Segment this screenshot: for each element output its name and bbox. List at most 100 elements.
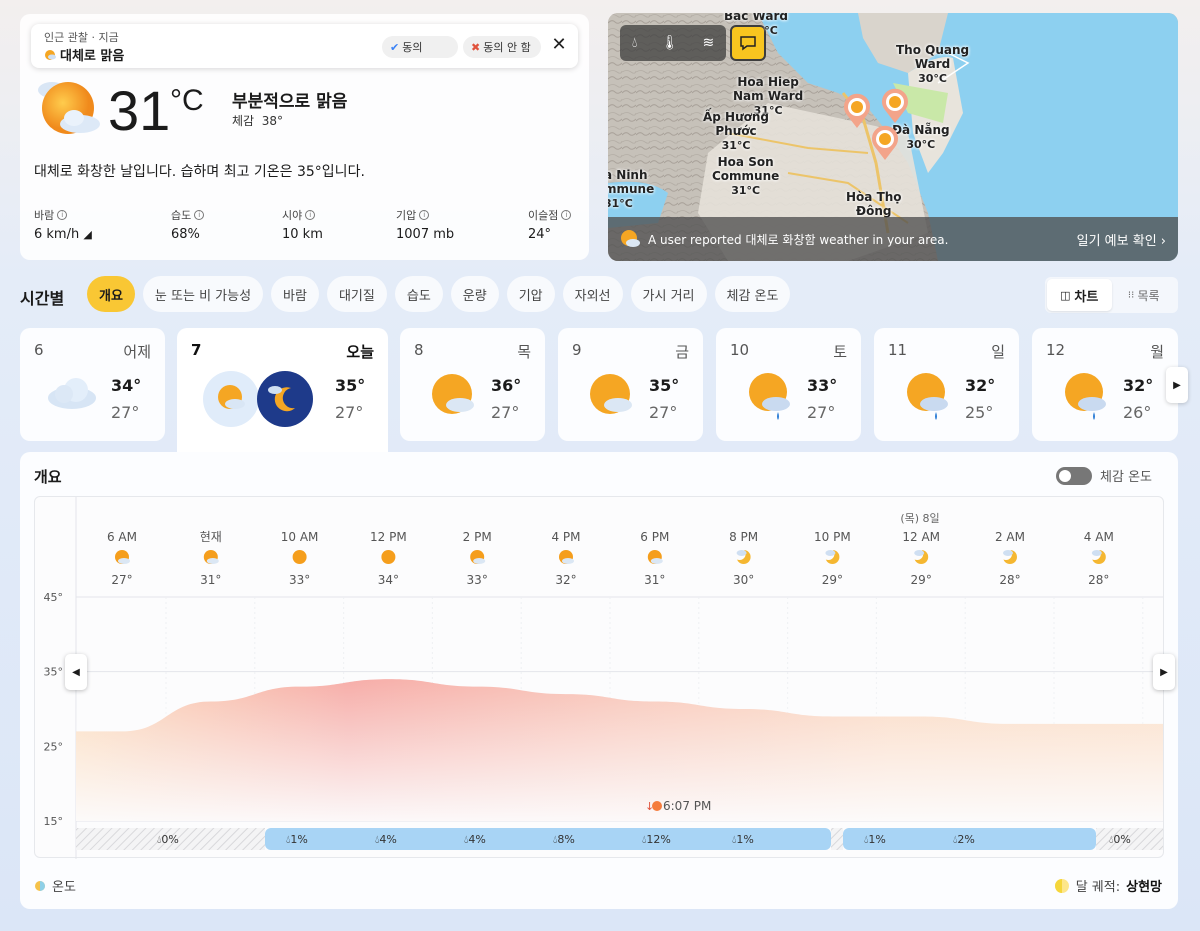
day-card[interactable]: 10 토 33° 27° bbox=[716, 328, 861, 441]
toggle-switch[interactable] bbox=[1056, 466, 1093, 485]
day-number: 9 bbox=[572, 341, 582, 359]
partly-sunny-icon bbox=[203, 550, 219, 564]
precipitation-icon[interactable]: 💧︎ bbox=[632, 35, 638, 51]
day-card-today[interactable]: 7 오늘 35° 27° bbox=[177, 328, 388, 452]
map-label[interactable]: a Ninh mmune31°C bbox=[608, 168, 654, 211]
day-night-icon bbox=[203, 371, 313, 427]
metric-value: 10 km bbox=[282, 227, 323, 242]
tab-pressure[interactable]: 기압 bbox=[506, 276, 555, 312]
thermometer-icon[interactable]: 🌡︎ bbox=[661, 35, 679, 51]
hour-temp: 29° bbox=[822, 573, 843, 587]
cloudy-icon bbox=[48, 378, 96, 409]
precip-chance: 💧︎4% bbox=[464, 833, 486, 846]
day-card[interactable]: 11 일 32° 25° bbox=[874, 328, 1019, 441]
tab-overview[interactable]: 개요 bbox=[87, 276, 135, 312]
partly-cloudy-night-icon bbox=[1000, 548, 1017, 564]
day-number: 12 bbox=[1046, 341, 1066, 359]
metric-wind[interactable]: 바람 i 6 km/h ◢ bbox=[34, 207, 92, 242]
next-days-button[interactable]: ▶ bbox=[1166, 367, 1188, 403]
tab-feels-like[interactable]: 체감 온도 bbox=[714, 276, 791, 312]
metric-label: 시야 bbox=[282, 209, 303, 222]
info-icon[interactable]: i bbox=[194, 210, 205, 220]
popup-subtitle: 인근 관찰 · 지금 bbox=[44, 31, 119, 44]
feels-label: 체감 bbox=[232, 114, 255, 128]
forecast-link[interactable]: 일기 예보 확인 › bbox=[1077, 230, 1166, 249]
metric-dewpoint[interactable]: 이슬점 i 24° bbox=[528, 207, 572, 242]
map-label[interactable]: Hòa Thọ Đông bbox=[846, 190, 902, 218]
day-card[interactable]: 8 목 36° 27° bbox=[400, 328, 545, 441]
metric-pressure[interactable]: 기압 i 1007 mb bbox=[396, 207, 454, 242]
hour-label: 현재 bbox=[200, 530, 222, 544]
info-icon[interactable]: i bbox=[561, 210, 572, 220]
current-temperature: 31 bbox=[108, 79, 171, 142]
info-icon[interactable]: i bbox=[305, 210, 316, 220]
info-icon[interactable]: i bbox=[419, 210, 430, 220]
day-card[interactable]: 12 월 32° 26° bbox=[1032, 328, 1178, 441]
map-pin-icon[interactable] bbox=[880, 88, 910, 124]
close-icon[interactable]: ✕ bbox=[549, 34, 569, 55]
sun-rain-icon bbox=[1065, 373, 1106, 420]
map-pin-icon[interactable] bbox=[870, 125, 900, 161]
map-place-temp: °C bbox=[764, 24, 778, 37]
metric-humidity[interactable]: 습도 i 68% bbox=[171, 207, 205, 242]
partly-sunny-icon bbox=[45, 49, 56, 60]
metric-value: 68% bbox=[171, 227, 200, 242]
temperature-legend-icon bbox=[35, 880, 45, 891]
day-name: 금 bbox=[675, 343, 689, 361]
map-label[interactable]: Ấp Hương Phước 31°C bbox=[703, 110, 769, 153]
metric-label: 바람 bbox=[34, 209, 55, 222]
metric-visibility[interactable]: 시야 i 10 km bbox=[282, 207, 323, 242]
tab-cloud-cover[interactable]: 운량 bbox=[450, 276, 499, 312]
feels-like: 체감 38° bbox=[232, 112, 283, 129]
tab-humidity[interactable]: 습도 bbox=[394, 276, 443, 312]
day-low: 25° bbox=[965, 403, 994, 422]
day-name: 일 bbox=[991, 343, 1005, 361]
map-pin-icon[interactable] bbox=[842, 93, 872, 129]
scroll-left-button[interactable]: ◀ bbox=[65, 654, 87, 690]
hourly-title: 시간별 bbox=[20, 289, 65, 308]
info-icon[interactable]: i bbox=[57, 210, 68, 220]
moon-phase: 달 궤적: 상현망 bbox=[1054, 876, 1162, 895]
precipitation-row: 💧︎0% 💧︎1% 💧︎4% 💧︎4% 💧︎8% 💧︎12% 💧︎1% 💧︎1% 💧︎2% 💧︎0… bbox=[76, 828, 1163, 850]
feels-like-toggle[interactable]: 체감 온도 bbox=[1056, 466, 1152, 485]
wind-icon[interactable]: ≋ bbox=[702, 35, 714, 51]
scroll-right-button[interactable]: ▶ bbox=[1153, 654, 1175, 690]
tab-precipitation[interactable]: 눈 또는 비 가능성 bbox=[142, 276, 264, 312]
tab-wind[interactable]: 바람 bbox=[271, 276, 319, 312]
map-layer-toolbar: 💧︎ 🌡︎ ≋ bbox=[620, 25, 726, 61]
feels-like-toggle-label: 체감 온도 bbox=[1100, 470, 1152, 485]
hour-label: 4 PM bbox=[551, 530, 580, 544]
weather-map[interactable]: 💧︎ 🌡︎ ≋ Bac Ward °C Tho Quang Ward 30°C Ho… bbox=[608, 13, 1178, 261]
agree-button[interactable]: ✔ 동의 bbox=[382, 36, 458, 58]
disagree-button[interactable]: ✖ 동의 안 함 bbox=[463, 36, 541, 58]
y-tick-label: 35° bbox=[44, 666, 64, 679]
tab-visibility[interactable]: 가시 거리 bbox=[630, 276, 707, 312]
map-label[interactable]: Đà Nẵng 30°C bbox=[892, 123, 950, 152]
hour-temp: 29° bbox=[911, 573, 932, 587]
map-label[interactable]: Bac Ward °C bbox=[724, 13, 788, 38]
list-view-button[interactable]: ⁝⁝ 목록 bbox=[1112, 279, 1177, 311]
current-weather-card: 인근 관찰 · 지금 대체로 맑음 ✔ 동의 ✖ 동의 안 함 ✕ 31 °C 부분… bbox=[20, 14, 589, 260]
day-card[interactable]: 6 어제 34° 27° bbox=[20, 328, 165, 441]
map-label[interactable]: Hoa Son Commune 31°C bbox=[712, 155, 779, 198]
map-place-name: Ấp Hương Phước bbox=[703, 110, 770, 138]
day-low: 27° bbox=[335, 403, 364, 422]
caret-right-icon: ▶ bbox=[1173, 379, 1181, 391]
map-place-name: a Ninh mmune bbox=[608, 168, 655, 196]
chart-view-button[interactable]: ◫ 차트 bbox=[1047, 279, 1112, 311]
user-report-bar[interactable]: A user reported 대체로 화창함 weather in your … bbox=[608, 217, 1178, 261]
partly-sunny-icon bbox=[590, 374, 632, 414]
sunset-time: 6:07 PM bbox=[663, 799, 711, 813]
tab-air-quality[interactable]: 대기질 bbox=[326, 276, 387, 312]
day-high: 35° bbox=[649, 376, 680, 395]
x-icon: ✖ bbox=[471, 40, 481, 54]
day-card[interactable]: 9 금 35° 27° bbox=[558, 328, 703, 441]
map-place-temp: 31°C bbox=[731, 184, 761, 197]
day-number: 10 bbox=[730, 341, 750, 359]
hourly-chart: 45° 35° 25° 15° 6 AM 27° 현재 31° 10 AM 33° 12 PM 34… bbox=[34, 496, 1175, 859]
map-label[interactable]: Tho Quang Ward 30°C bbox=[896, 43, 969, 86]
y-axis-ticks: 45° 35° 25° 15° bbox=[44, 591, 64, 828]
moon-icon bbox=[1054, 878, 1069, 893]
tab-uv[interactable]: 자외선 bbox=[562, 276, 623, 312]
precip-chance: 💧︎1% bbox=[864, 833, 886, 846]
